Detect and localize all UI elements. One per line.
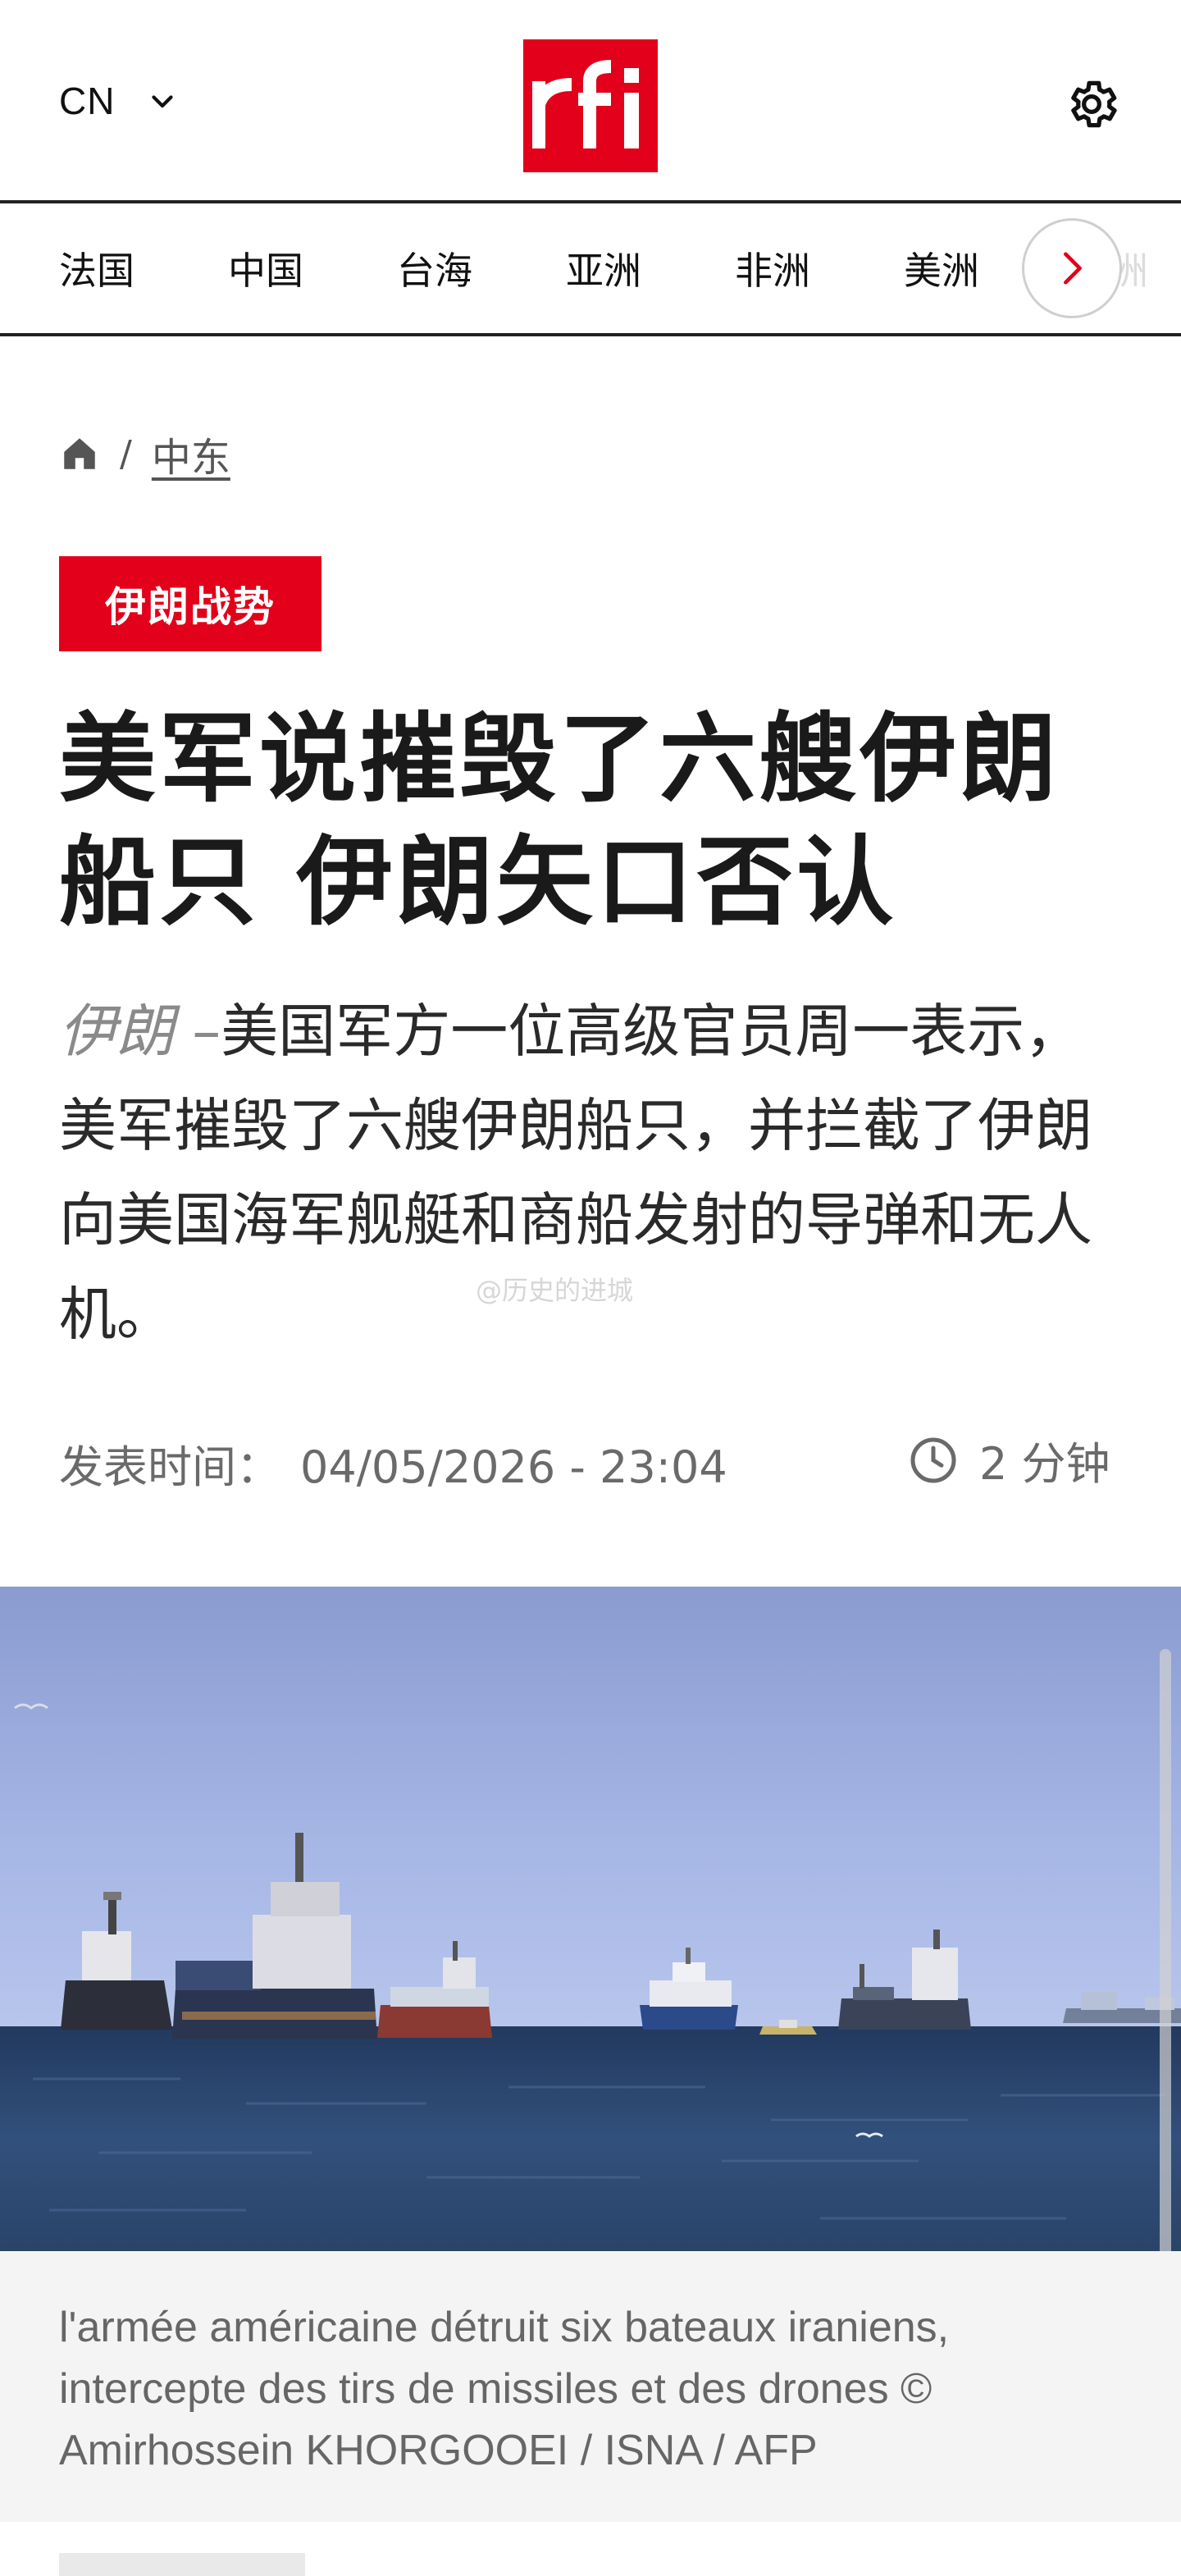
- nav-next-button[interactable]: [1022, 218, 1122, 318]
- publish-date-value: 04/05/2026 - 23:04: [300, 1441, 727, 1493]
- language-code: CN: [59, 80, 116, 122]
- gear-icon[interactable]: [1063, 75, 1120, 133]
- publish-date-label: 发表时间：: [59, 1441, 280, 1493]
- rfi-logo[interactable]: [523, 39, 658, 172]
- photo-caption: l'armée américaine détruit six bateaux i…: [59, 2304, 950, 2474]
- article-photo[interactable]: [0, 1587, 1181, 2251]
- breadcrumb-section-link[interactable]: 中东: [152, 425, 230, 482]
- language-selector[interactable]: CN: [59, 79, 177, 123]
- home-icon[interactable]: [59, 433, 100, 474]
- watermark: @历史的进城: [476, 1275, 634, 1306]
- lead-location: 伊朗: [59, 998, 174, 1065]
- lead-dash: –: [192, 998, 221, 1065]
- read-time: 2 分钟: [909, 1427, 1110, 1492]
- chevron-right-icon: [1064, 252, 1082, 285]
- read-time-text: 2 分钟: [979, 1438, 1110, 1490]
- article-title: 美军说摧毁了六艘伊朗船只 伊朗矢口否认: [59, 702, 1060, 939]
- next-content-placeholder: [59, 2553, 305, 2576]
- nav-item-taiwan-strait[interactable]: 台海: [397, 241, 566, 295]
- rfi-logo-mark: [532, 60, 639, 148]
- breadcrumb: / 中东: [59, 425, 230, 482]
- nav-item-asia[interactable]: 亚洲: [566, 241, 735, 295]
- chevron-down-icon: [152, 95, 174, 108]
- nav-item-china[interactable]: 中国: [228, 241, 397, 295]
- nav-item-africa[interactable]: 非洲: [735, 241, 904, 295]
- topic-tag[interactable]: 伊朗战势: [59, 556, 321, 651]
- photo-caption-box: l'armée américaine détruit six bateaux i…: [0, 2251, 1181, 2522]
- clock-icon: [910, 1437, 956, 1482]
- publish-date: 发表时间： 04/05/2026 - 23:04: [59, 1431, 727, 1496]
- ships-at-sea-image: [0, 1587, 1181, 2251]
- site-header: CN: [0, 0, 1181, 203]
- nav-item-france[interactable]: 法国: [59, 241, 228, 295]
- breadcrumb-separator: /: [120, 432, 132, 475]
- section-nav: 法国 中国 台海 亚洲 非洲 美洲 欧洲: [0, 203, 1181, 336]
